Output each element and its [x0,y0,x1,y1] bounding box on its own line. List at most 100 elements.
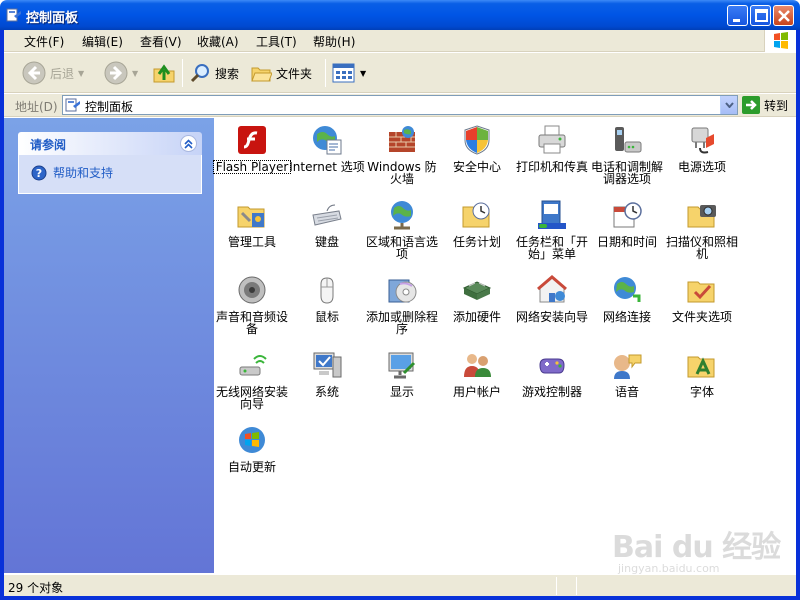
item-windows-firewall[interactable]: Windows 防火墙 [364,122,440,194]
collapse-button[interactable] [180,135,197,152]
help-icon: ? [31,165,47,180]
scheduled-tasks-icon [462,202,490,228]
forward-button[interactable]: ▼ [104,59,138,87]
item-internet-options[interactable]: Internet 选项 [289,122,365,194]
item-admin-tools[interactable]: 管理工具 [214,197,290,269]
item-game-controllers[interactable]: 游戏控制器 [514,347,590,419]
maximize-button[interactable] [750,5,771,26]
search-button[interactable]: 搜索 [189,59,239,87]
window-frame-right [796,30,800,600]
status-divider [556,577,557,595]
back-arrow-icon [22,61,46,85]
internet-options-icon [313,126,342,155]
item-label: 游戏控制器 [521,385,582,399]
watermark-logo: Bai du 经验 [612,530,781,565]
toolbar: 后退 ▼ ▼ 搜索 文件夹 ▼ [4,53,796,93]
item-printers-faxes[interactable]: 打印机和传真 [514,122,590,194]
status-divider [576,577,577,595]
control-panel-icon [65,98,80,112]
address-input[interactable]: 控制面板 [62,95,738,115]
item-display[interactable]: 显示 [364,347,440,419]
status-bar: 29 个对象 [4,574,796,596]
forward-dropdown-icon[interactable]: ▼ [132,69,138,78]
help-support-label: 帮助和支持 [53,166,114,180]
views-button[interactable]: ▼ [332,59,366,87]
window-frame-bottom [0,596,800,600]
back-button[interactable]: 后退 ▼ [22,59,84,87]
item-power-options[interactable]: 电源选项 [664,122,740,194]
minimize-button[interactable] [727,5,748,26]
item-label: 任务计划 [452,235,501,249]
see-also-title: 请参阅 [30,138,67,152]
security-center-icon [464,125,490,155]
item-wireless-setup-wizard[interactable]: 无线网络安装向导 [214,347,290,419]
item-user-accounts[interactable]: 用户帐户 [439,347,515,419]
item-label: 自动更新 [227,460,276,474]
see-also-header[interactable]: 请参阅 [18,132,202,155]
address-bar: 地址(D) 控制面板 转到 [4,94,796,117]
item-date-time[interactable]: 日期和时间 [589,197,665,269]
chevron-down-icon [724,102,734,108]
menu-help[interactable]: 帮助(H) [313,33,355,50]
item-label: 电源选项 [677,160,726,174]
back-dropdown-icon[interactable]: ▼ [78,69,84,78]
up-button[interactable] [152,59,176,87]
item-phone-modem[interactable]: 电话和调制解调器选项 [589,122,665,194]
menu-favorites[interactable]: 收藏(A) [197,33,239,50]
admin-tools-icon [237,206,265,228]
item-taskbar-start-menu[interactable]: 任务栏和「开始」菜单 [514,197,590,269]
menu-file[interactable]: 文件(F) [24,33,64,50]
item-sounds-audio[interactable]: 声音和音频设备 [214,272,290,344]
item-scanners-cameras[interactable]: 扫描仪和照相机 [664,197,740,269]
item-label: 电话和调制解调器选项 [590,160,663,186]
folder-options-icon [687,281,715,303]
item-flash-player[interactable]: Flash Player [213,122,291,194]
forward-arrow-icon [104,61,128,85]
close-icon [778,10,790,22]
see-also-panel: 请参阅 ? 帮助和支持 [18,132,202,194]
item-label: 声音和音频设备 [215,310,288,336]
menu-view[interactable]: 查看(V) [140,33,182,50]
fonts-icon [687,356,715,378]
windows-flag-icon [774,32,788,49]
menu-edit[interactable]: 编辑(E) [82,33,123,50]
svg-text:?: ? [36,167,42,180]
item-mouse[interactable]: 鼠标 [289,272,365,344]
title-bar[interactable]: 控制面板 [0,0,800,30]
views-dropdown-icon[interactable]: ▼ [360,69,366,78]
item-network-setup-wizard[interactable]: 网络安装向导 [514,272,590,344]
firewall-icon [389,126,415,152]
item-label: 打印机和传真 [515,160,588,174]
status-object-count: 29 个对象 [8,581,64,595]
item-security-center[interactable]: 安全中心 [439,122,515,194]
item-scheduled-tasks[interactable]: 任务计划 [439,197,515,269]
address-dropdown-button[interactable] [720,96,737,114]
system-icon [313,352,342,378]
menu-tools[interactable]: 工具(T) [256,33,297,50]
address-value: 控制面板 [85,100,134,114]
see-also-body: ? 帮助和支持 [18,155,202,194]
task-pane: 请参阅 ? 帮助和支持 [4,118,214,573]
help-support-link[interactable]: ? 帮助和支持 [31,164,113,181]
item-label: 日期和时间 [596,235,657,249]
item-label: 管理工具 [227,235,276,249]
search-icon [190,64,209,83]
close-button[interactable] [773,5,794,26]
item-regional-options[interactable]: 区域和语言选项 [364,197,440,269]
item-speech[interactable]: 语音 [589,347,665,419]
item-network-connections[interactable]: 网络连接 [589,272,665,344]
item-keyboard[interactable]: 键盘 [289,197,365,269]
item-label: 扫描仪和照相机 [665,235,738,261]
item-label: 语音 [614,385,639,399]
item-automatic-updates[interactable]: 自动更新 [214,422,290,494]
item-system[interactable]: 系统 [289,347,365,419]
go-button[interactable]: 转到 [742,95,788,115]
folders-label: 文件夹 [276,66,313,81]
item-fonts[interactable]: 字体 [664,347,740,419]
item-add-remove-programs[interactable]: 添加或删除程序 [364,272,440,344]
item-label: 添加硬件 [452,310,501,324]
keyboard-icon [312,204,342,226]
item-folder-options[interactable]: 文件夹选项 [664,272,740,344]
item-add-hardware[interactable]: 添加硬件 [439,272,515,344]
folders-button[interactable]: 文件夹 [250,59,312,87]
